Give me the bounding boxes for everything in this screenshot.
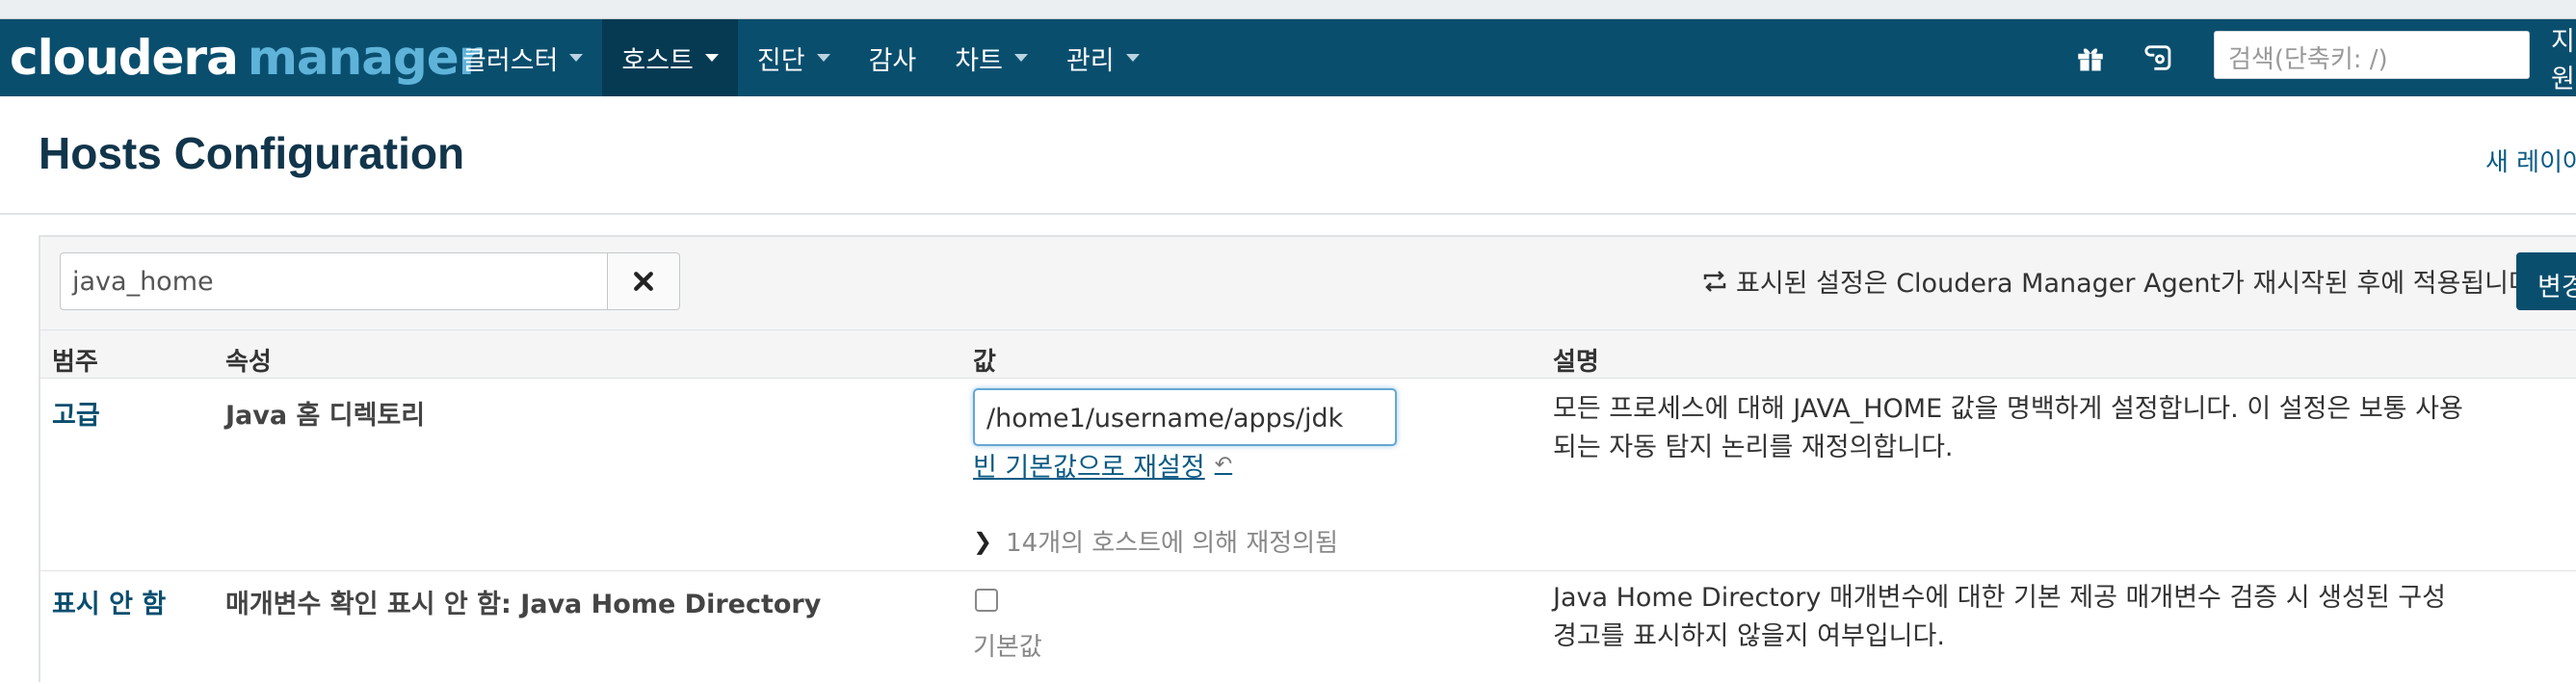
row-description: Java Home Directory 매개변수에 대한 기본 제공 매개변수 … [1553, 583, 2446, 651]
restart-icon [1703, 270, 1726, 292]
caret-down-icon [1125, 54, 1140, 62]
nav-item-support[interactable]: 지원 [2551, 19, 2576, 96]
table-header: 범주 속성 값 설명 [40, 329, 2576, 378]
header-description: 설명 [1553, 348, 1599, 377]
caret-down-icon [569, 54, 584, 62]
nav-item-label: 진단 [756, 45, 805, 76]
caret-down-icon [1013, 54, 1028, 62]
cloudera-manager-logo[interactable]: cloudera manager [0, 19, 482, 96]
config-search-input[interactable]: java_home [60, 252, 609, 310]
undo-icon: ↶ [1214, 453, 1233, 477]
close-icon [634, 272, 653, 291]
top-navbar: cloudera manager 클러스터 호스트 진단 감사 차트 관리 검색… [0, 19, 2576, 96]
header-property: 속성 [225, 348, 272, 377]
logo-text-cloudera: cloudera [10, 30, 239, 86]
nav-item-administration[interactable]: 관리 [1047, 19, 1159, 96]
caret-down-icon [704, 54, 719, 62]
reset-link-label: 빈 기본값으로 재설정 [973, 453, 1205, 483]
nav-item-label: 차트 [955, 45, 1003, 76]
nav-item-charts[interactable]: 차트 [935, 19, 1047, 96]
chevron-right-icon: ❯ [973, 527, 993, 555]
overridden-hosts-toggle[interactable]: ❯ 14개의 호스트에 의해 재정의됨 [973, 523, 1338, 559]
row-category-link[interactable]: 고급 [52, 394, 100, 432]
header-value: 값 [973, 348, 996, 377]
gift-icon[interactable] [2062, 29, 2119, 87]
header-category: 범주 [52, 348, 98, 377]
row-description: 모든 프로세스에 대해 JAVA_HOME 값을 명백하게 설정합니다. 이 설… [1553, 394, 2463, 462]
nav-item-hosts[interactable]: 호스트 [602, 19, 738, 96]
global-search-input[interactable]: 검색(단축키: /) [2214, 31, 2530, 79]
clear-filter-button[interactable] [607, 252, 680, 310]
row-property-name: Java 홈 디렉토리 [225, 401, 426, 431]
reset-to-default-link[interactable]: 빈 기본값으로 재설정 ↶ [973, 446, 1232, 484]
new-layout-link[interactable]: 새 레이아웃 [2485, 143, 2576, 178]
caret-down-icon [816, 54, 830, 62]
restart-notice-text: 표시된 설정은 Cloudera Manager Agent가 재시작된 후에 … [1736, 269, 2541, 299]
restart-notice: 표시된 설정은 Cloudera Manager Agent가 재시작된 후에 … [1701, 262, 2540, 300]
page-header: Hosts Configuration 새 레이아웃 [0, 96, 2576, 215]
nav-item-label: 클러스터 [462, 45, 559, 76]
table-row: 표시 안 함 매개변수 확인 표시 안 함: Java Home Directo… [40, 570, 2576, 684]
row-category-link[interactable]: 표시 안 함 [52, 583, 166, 620]
page-title: Hosts Configuration [39, 128, 465, 178]
java-home-input[interactable]: /home1/username/apps/jdk [973, 388, 1397, 446]
nav-right-icons [2062, 19, 2200, 96]
default-value-label: 기본값 [973, 633, 1042, 662]
row-property-name: 매개변수 확인 표시 안 함: Java Home Directory [225, 590, 822, 619]
config-panel: java_home 표시된 설정은 Cloudera Manager Agent… [39, 235, 2576, 684]
nav-item-label: 호스트 [621, 45, 694, 76]
nav-item-label: 감사 [868, 45, 917, 76]
nav-item-diagnostics[interactable]: 진단 [738, 19, 850, 96]
browser-top-strip [0, 0, 2576, 19]
suppress-validation-checkbox[interactable] [975, 589, 998, 612]
nav-item-audits[interactable]: 감사 [850, 19, 936, 96]
nav-item-label: 관리 [1065, 45, 1115, 76]
overridden-hosts-text: 14개의 호스트에 의해 재정의됨 [1006, 529, 1339, 558]
support-icon[interactable] [2131, 29, 2189, 87]
nav-menu: 클러스터 호스트 진단 감사 차트 관리 [443, 19, 1159, 96]
table-row: 고급 Java 홈 디렉토리 /home1/username/apps/jdk … [40, 378, 2576, 570]
nav-item-clusters[interactable]: 클러스터 [443, 19, 602, 96]
save-changes-button[interactable]: 변경 내용 저장 [2516, 252, 2576, 310]
